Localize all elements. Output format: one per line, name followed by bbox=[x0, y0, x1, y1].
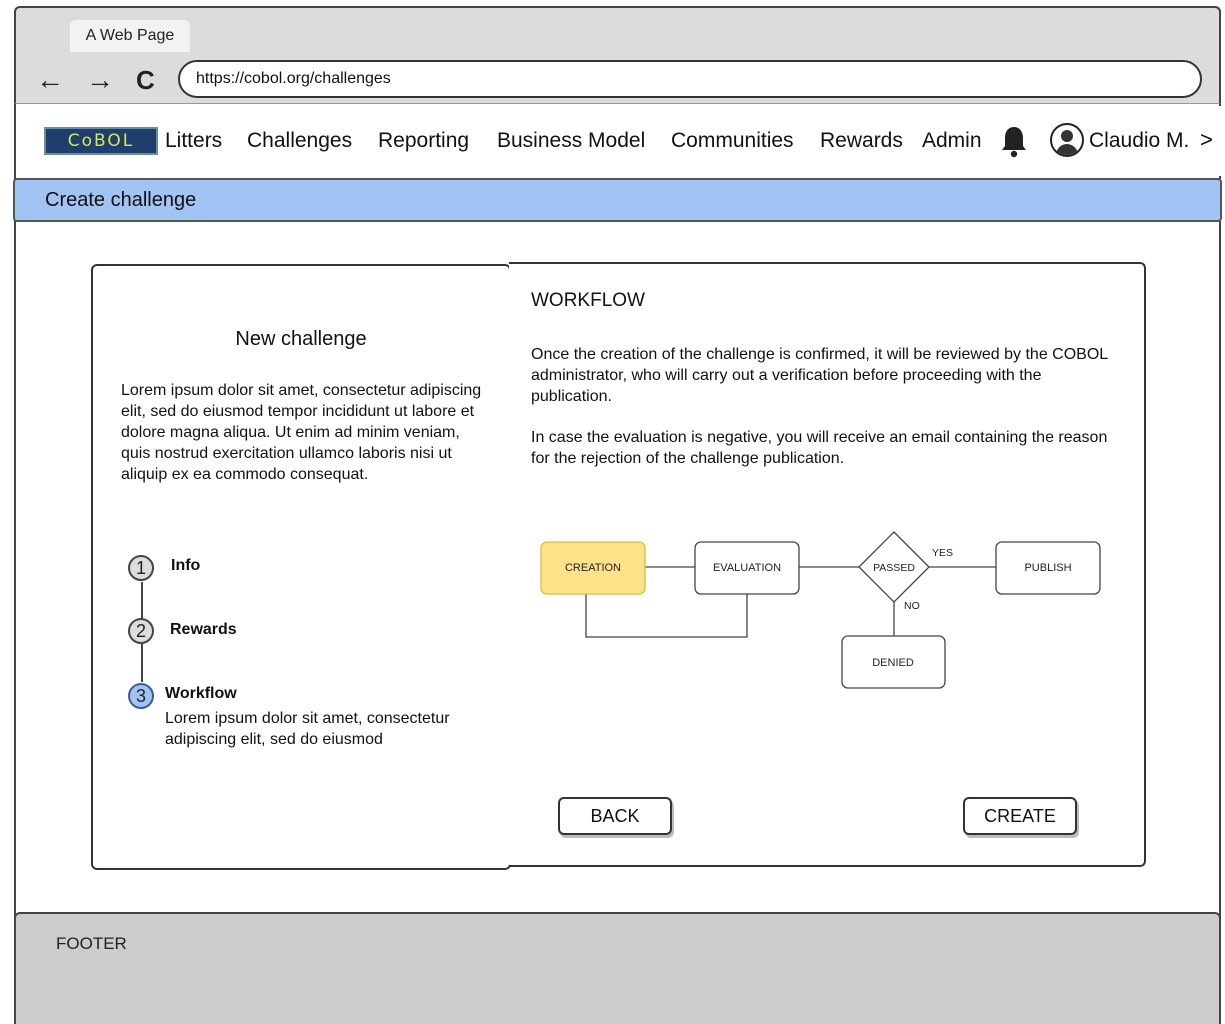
step-workflow-label[interactable]: Workflow bbox=[165, 685, 237, 703]
step-1-number[interactable]: 1 bbox=[128, 555, 154, 581]
page-title: Create challenge bbox=[45, 189, 197, 211]
workflow-paragraph-1: Once the creation of the challenge is co… bbox=[531, 346, 1108, 405]
publish-node-label: PUBLISH bbox=[1024, 562, 1071, 574]
create-button[interactable]: CREATE bbox=[963, 797, 1077, 835]
url-bar[interactable]: https://cobol.org/challenges bbox=[178, 60, 1202, 98]
creation-node-label: CREATION bbox=[565, 562, 621, 574]
nav-item-challenges[interactable]: Challenges bbox=[247, 126, 352, 156]
user-name[interactable]: Claudio M. bbox=[1089, 126, 1189, 156]
step-rewards-label[interactable]: Rewards bbox=[170, 621, 237, 639]
workflow-diagram: CREATION EVALUATION PASSED PUBLISH DENIE… bbox=[540, 531, 1101, 689]
browser-chrome: A Web Page ← → C https://cobol.org/chall… bbox=[14, 6, 1221, 104]
back-button[interactable]: BACK bbox=[558, 797, 672, 835]
nav-item-admin[interactable]: Admin bbox=[922, 126, 982, 156]
passed-node-label: PASSED bbox=[873, 562, 915, 574]
denied-node-label: DENIED bbox=[872, 657, 914, 669]
back-arrow-icon[interactable]: ← bbox=[36, 62, 64, 98]
workflow-paragraph-2: In case the evaluation is negative, you … bbox=[531, 429, 1108, 467]
footer: FOOTER bbox=[14, 912, 1221, 1024]
nav-item-litters[interactable]: Litters bbox=[165, 126, 222, 156]
nav-item-communities[interactable]: Communities bbox=[671, 126, 794, 156]
user-avatar-icon[interactable] bbox=[1050, 123, 1084, 157]
step-2-number[interactable]: 2 bbox=[128, 618, 154, 644]
yes-label: YES bbox=[932, 547, 953, 559]
nav-item-business-model[interactable]: Business Model bbox=[497, 126, 645, 156]
forward-arrow-icon[interactable]: → bbox=[86, 62, 114, 98]
panel-title: New challenge bbox=[235, 328, 367, 350]
panel-description: Lorem ipsum dolor sit amet, consectetur … bbox=[121, 382, 482, 483]
cobol-logo[interactable]: CoBOL bbox=[44, 127, 158, 155]
browser-tab[interactable]: A Web Page bbox=[70, 20, 190, 52]
top-navigation: CoBOL Litters Challenges Reporting Busin… bbox=[16, 106, 1221, 176]
nav-item-reporting[interactable]: Reporting bbox=[378, 126, 469, 156]
reload-icon[interactable]: C bbox=[136, 62, 155, 98]
challenge-steps-panel: New challenge Lorem ipsum dolor sit amet… bbox=[91, 264, 511, 870]
evaluation-node-label: EVALUATION bbox=[713, 562, 781, 574]
no-label: NO bbox=[904, 600, 920, 612]
step-info-label[interactable]: Info bbox=[171, 557, 200, 575]
workflow-panel: WORKFLOW Once the creation of the challe… bbox=[509, 262, 1146, 867]
nav-item-rewards[interactable]: Rewards bbox=[820, 126, 903, 156]
workflow-title: WORKFLOW bbox=[531, 290, 645, 311]
footer-label: FOOTER bbox=[56, 934, 127, 953]
step-workflow-description: Lorem ipsum dolor sit amet, consectetur … bbox=[165, 710, 450, 748]
chevron-right-icon[interactable]: > bbox=[1200, 125, 1213, 155]
step-3-number[interactable]: 3 bbox=[128, 683, 154, 709]
connector-evaluation-loop bbox=[585, 594, 748, 638]
bell-icon[interactable] bbox=[1000, 124, 1028, 158]
page-title-bar: Create challenge bbox=[13, 178, 1222, 222]
